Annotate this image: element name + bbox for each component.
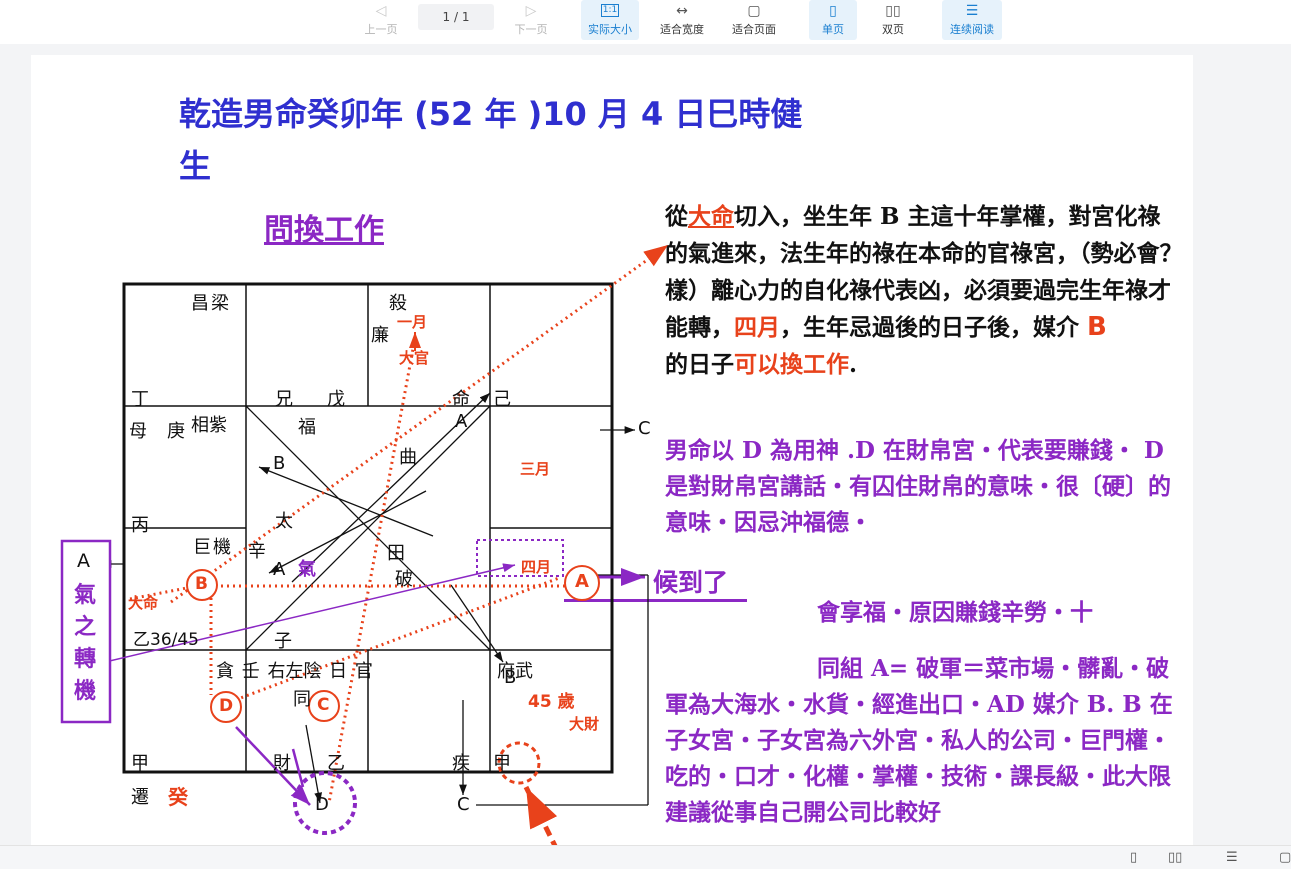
cell-star: 廉 — [371, 325, 389, 346]
circle-c-label: C — [317, 695, 330, 715]
cell-palace: 財 — [273, 753, 291, 774]
status-bar: ▯ ▯▯ ☰ ▢ — [0, 845, 1291, 869]
cell-palace: 兄 — [275, 389, 293, 410]
astrology-chart — [60, 243, 669, 845]
cell-stem: 甲 — [131, 753, 149, 774]
continuous-reading-icon: ☰ — [965, 3, 979, 19]
center-text: 破 — [395, 569, 413, 590]
cell-stem: 丁 — [131, 389, 149, 410]
center-text: 子 — [274, 631, 292, 652]
letter-a: A — [455, 411, 468, 432]
age-45-label: 45 歲 — [528, 692, 575, 712]
cell-palace: 疾 — [452, 753, 470, 774]
cell-star: 昌梁 — [191, 293, 231, 314]
march-label: 三月 — [520, 460, 551, 478]
letter-d: D — [315, 794, 329, 815]
cell-stem: 甲 — [493, 753, 511, 774]
age-range-label: 乙36/45 — [133, 630, 199, 650]
fit-page-icon: ▢ — [747, 3, 761, 19]
double-page-icon: ▯▯ — [885, 3, 901, 19]
actual-size-icon: 1:1 — [601, 4, 619, 17]
double-page-icon[interactable]: ▯▯ — [1168, 850, 1182, 865]
fit-page-button[interactable]: ▢ 适合页面 — [726, 0, 782, 40]
fit-width-icon: ↔ — [676, 3, 688, 19]
cell-star: 巨機 — [193, 537, 233, 558]
arrow-to-D — [305, 724, 323, 804]
actual-size-button[interactable]: 1:1 实际大小 — [581, 0, 639, 40]
purple-line — [291, 748, 305, 788]
letter-c: C — [638, 418, 651, 439]
center-text: 田 — [387, 543, 405, 564]
letter-b: B — [273, 453, 286, 474]
single-page-button[interactable]: ▯ 单页 — [809, 0, 857, 40]
page-number-input[interactable]: 1 / 1 — [418, 4, 494, 30]
january-label: 一月 — [397, 313, 428, 331]
prev-page-button[interactable]: ◁ 上一页 — [356, 0, 406, 40]
continuous-reading-button[interactable]: ☰ 连续阅读 — [942, 0, 1002, 40]
big-wealth-label: 大財 — [569, 715, 600, 733]
circle-b-label: B — [195, 574, 208, 594]
cell-palace: 母 — [129, 421, 147, 442]
fullscreen-icon[interactable]: ▢ — [1279, 850, 1291, 865]
cell-stem: 庚 — [167, 421, 185, 442]
left-box-text: 氣之轉機 — [74, 582, 97, 704]
single-page-icon: ▯ — [829, 3, 837, 19]
viewer-toolbar: ◁ 上一页 1 / 1 ▷ 下一页 1:1 实际大小 ↔ 适合宽度 ▢ 适合页面… — [0, 0, 1291, 44]
cell-stem: 己 — [493, 389, 511, 410]
next-page-button[interactable]: ▷ 下一页 — [506, 0, 556, 40]
circle-a-label: A — [575, 571, 589, 592]
center-text: 太 — [275, 511, 293, 532]
cell-star: 相紫 — [191, 415, 227, 436]
cell-stem: 戊 — [327, 389, 345, 410]
document-page: 乾造男命癸卯年 (52 年 )10 月 4 日巳時健 生 問換工作 從大命切入，… — [31, 55, 1193, 845]
double-page-button[interactable]: ▯▯ 双页 — [869, 0, 917, 40]
letter-c: C — [457, 794, 470, 815]
april-label: 四月 — [521, 558, 552, 576]
chevron-left-icon: ◁ — [375, 3, 387, 19]
center-text: 福 — [298, 417, 316, 438]
letter-b: B — [504, 667, 517, 688]
big-official-label: 大官 — [399, 349, 430, 367]
cell-palace: 遷 — [131, 787, 149, 808]
bottom-row-stars: 貪 壬 右左陰 日 官 — [216, 661, 373, 682]
circle-d-label: D — [219, 696, 234, 716]
center-text: 辛 — [248, 541, 266, 562]
big-life-label: 大命 — [128, 594, 159, 612]
left-box-letter: A — [77, 550, 90, 572]
letter-a: A — [273, 559, 286, 580]
single-page-icon[interactable]: ▯ — [1130, 850, 1137, 865]
red-thick-arrow — [523, 785, 558, 845]
viewer-side-gutter — [1193, 44, 1291, 844]
chevron-right-icon: ▷ — [525, 3, 537, 19]
cell-palace: 命 — [452, 389, 470, 410]
center-text: 曲 — [399, 447, 417, 468]
fit-width-button[interactable]: ↔ 适合宽度 — [654, 0, 710, 40]
cell-stem: 丙 — [131, 515, 149, 536]
year-gui-label: 癸 — [168, 785, 188, 809]
cell-stem: 乙 — [327, 753, 345, 774]
center-qi: 氣 — [298, 559, 316, 580]
continuous-icon[interactable]: ☰ — [1226, 850, 1238, 865]
cell-star: 同 — [293, 689, 311, 710]
